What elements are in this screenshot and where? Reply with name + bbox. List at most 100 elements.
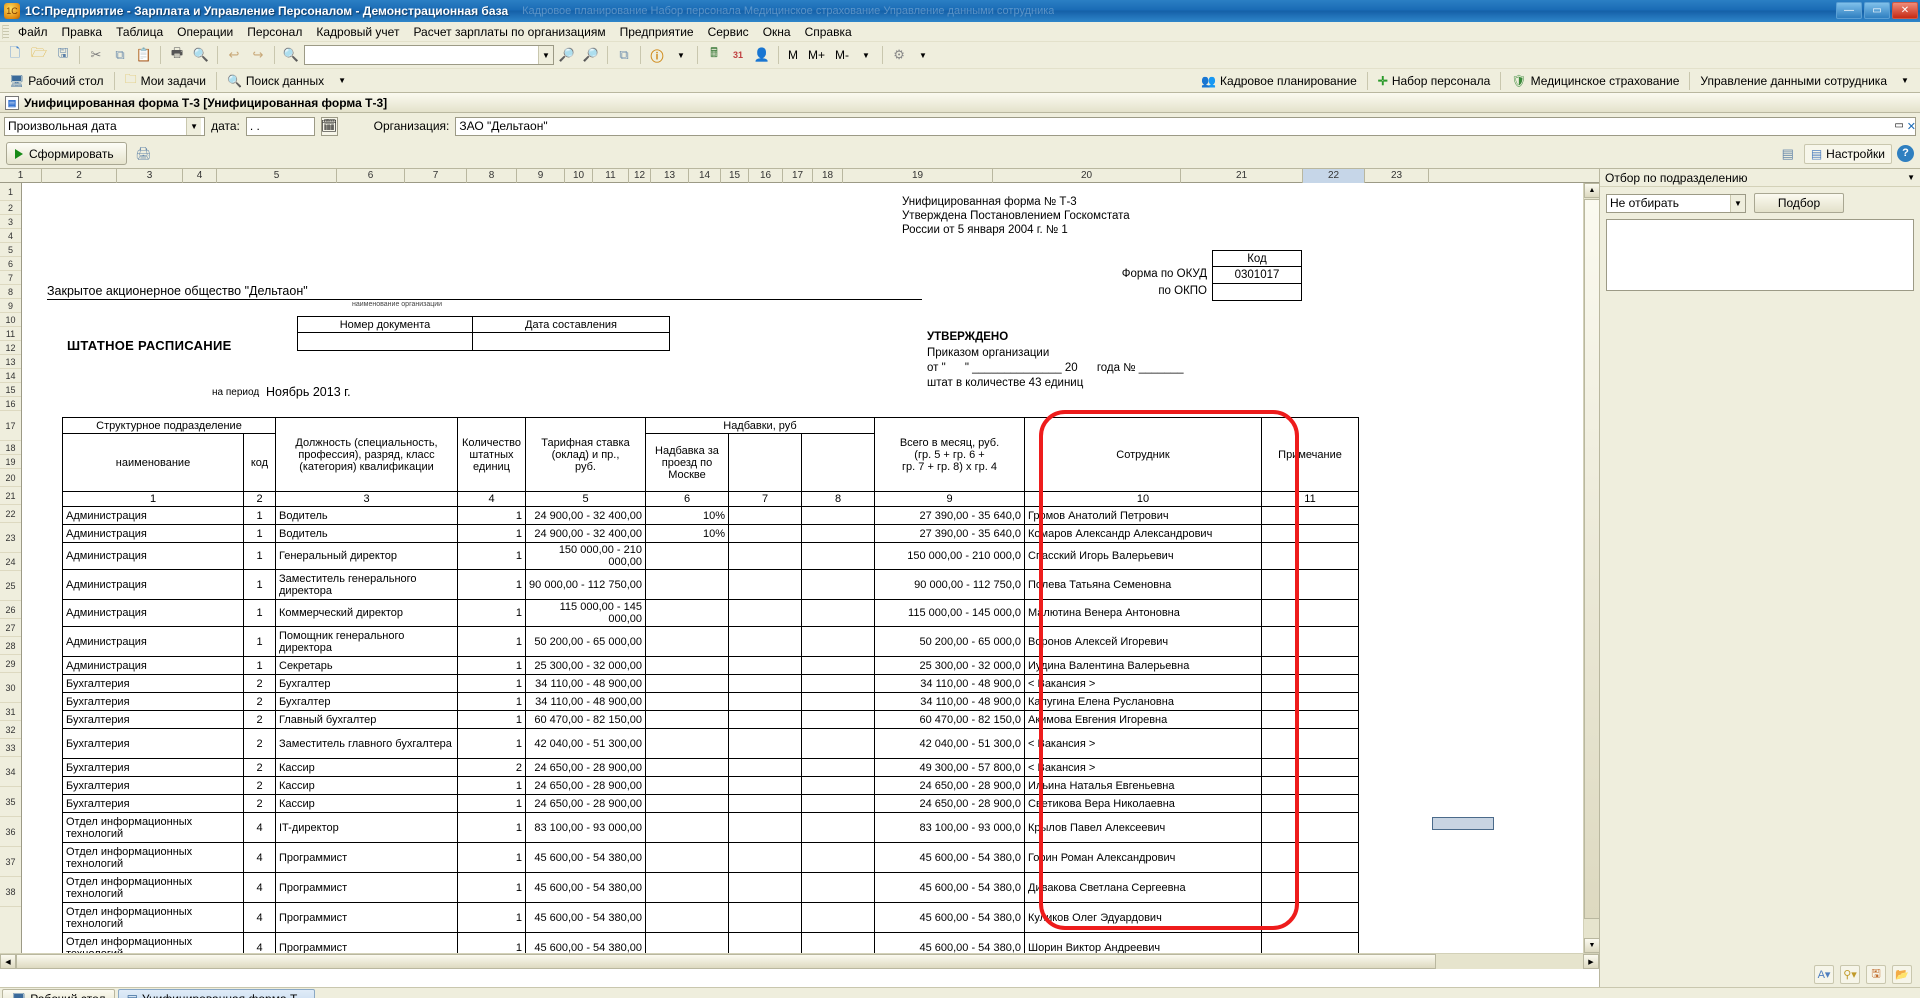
redo-icon[interactable]: ↪: [247, 44, 269, 66]
menu-personnel[interactable]: Персонал: [240, 23, 309, 41]
menu-enterprise[interactable]: Предприятие: [613, 23, 701, 41]
row-header-27[interactable]: 27: [0, 619, 21, 637]
save-settings-icon[interactable]: 🖫: [1866, 964, 1886, 984]
row-header-34[interactable]: 34: [0, 757, 21, 787]
font-settings-icon[interactable]: A▾: [1814, 964, 1834, 984]
close-button[interactable]: ✕: [1892, 2, 1918, 19]
menu-payroll[interactable]: Расчет зарплаты по организациям: [406, 23, 612, 41]
row-header-23[interactable]: 23: [0, 523, 21, 553]
table-row[interactable]: Отдел информационных технологий4Программ…: [62, 872, 1359, 903]
calculator-icon[interactable]: 🖩: [703, 44, 725, 66]
row-header-21[interactable]: 21: [0, 487, 21, 505]
row-header-10[interactable]: 10: [0, 313, 21, 327]
print-icon[interactable]: 🖶: [166, 44, 188, 66]
chevron-down-icon[interactable]: ▼: [855, 44, 877, 66]
undo-icon[interactable]: ↩: [223, 44, 245, 66]
calendar-picker-icon[interactable]: 🗓: [320, 116, 338, 136]
selected-cell[interactable]: [1432, 817, 1494, 830]
chevron-down-icon[interactable]: ▼: [331, 70, 353, 92]
row-header-8[interactable]: 8: [0, 285, 21, 299]
row-header-4[interactable]: 4: [0, 229, 21, 243]
column-header-13[interactable]: 13: [651, 169, 689, 183]
find-icon[interactable]: 🔍: [280, 44, 302, 66]
column-header-21[interactable]: 21: [1181, 169, 1303, 183]
cut-icon[interactable]: ✂: [85, 44, 107, 66]
row-header-13[interactable]: 13: [0, 355, 21, 369]
chevron-down-icon[interactable]: ▼: [670, 44, 692, 66]
row-header-36[interactable]: 36: [0, 817, 21, 847]
column-header-11[interactable]: 11: [593, 169, 629, 183]
row-header-9[interactable]: 9: [0, 299, 21, 313]
menubar-grip[interactable]: [2, 24, 9, 39]
menu-help[interactable]: Справка: [798, 23, 859, 41]
menu-service[interactable]: Сервис: [701, 23, 756, 41]
table-row[interactable]: Отдел информационных технологий4Программ…: [62, 932, 1359, 953]
calendar-icon[interactable]: 31: [727, 44, 749, 66]
column-header-4[interactable]: 4: [183, 169, 217, 183]
search-combo[interactable]: ▼: [304, 45, 554, 65]
row-header-17[interactable]: 17: [0, 411, 21, 441]
horizontal-scrollbar[interactable]: ◀ ▶: [0, 953, 1599, 969]
period-mode-combo[interactable]: Произвольная дата ▼: [4, 116, 206, 136]
row-header-1[interactable]: 1: [0, 183, 21, 201]
row-header-32[interactable]: 32: [0, 721, 21, 739]
row-header-15[interactable]: 15: [0, 383, 21, 397]
table-row[interactable]: Администрация 1 Генеральный директор 1 150 0…: [62, 542, 1359, 570]
row-header-37[interactable]: 37: [0, 847, 21, 877]
docdate-value[interactable]: [472, 332, 670, 351]
table-row[interactable]: Бухгалтерия 2 Бухгалтер 1 34 110,00 - 48 900…: [62, 674, 1359, 693]
date-input[interactable]: . .: [245, 116, 315, 136]
chevron-down-icon[interactable]: ▼: [1730, 194, 1745, 212]
table-row[interactable]: Бухгалтерия 2 Бухгалтер 1 34 110,00 - 48 900…: [62, 692, 1359, 711]
employee-data-button[interactable]: Управление данными сотрудника: [1693, 73, 1894, 89]
row-header-3[interactable]: 3: [0, 215, 21, 229]
taskbar-desktop[interactable]: 🖥 Рабочий стол: [2, 989, 115, 998]
column-header-6[interactable]: 6: [337, 169, 405, 183]
organization-input[interactable]: ЗАО "Дельтаон": [455, 116, 1916, 136]
column-header-17[interactable]: 17: [783, 169, 813, 183]
column-header-15[interactable]: 15: [721, 169, 749, 183]
find-next-icon[interactable]: 🔎: [556, 44, 578, 66]
restore-icon[interactable]: ▭: [1894, 120, 1903, 133]
row-header-24[interactable]: 24: [0, 553, 21, 571]
scroll-right-button[interactable]: ▶: [1583, 954, 1599, 969]
column-header-18[interactable]: 18: [813, 169, 843, 183]
row-header-26[interactable]: 26: [0, 601, 21, 619]
tools-icon[interactable]: ⚙: [888, 44, 910, 66]
row-header-12[interactable]: 12: [0, 341, 21, 355]
data-search-button[interactable]: 🔍 Поиск данных: [220, 73, 331, 89]
pick-button[interactable]: Подбор: [1754, 193, 1844, 213]
scroll-left-button[interactable]: ◀: [0, 954, 16, 969]
column-header-10[interactable]: 10: [565, 169, 593, 183]
filter-section-header[interactable]: Отбор по подразделению ▼: [1600, 169, 1920, 187]
chevron-down-icon[interactable]: ▼: [1894, 70, 1916, 92]
column-header-5[interactable]: 5: [217, 169, 337, 183]
division-filter-combo[interactable]: Не отбирать ▼: [1606, 193, 1746, 213]
column-header-19[interactable]: 19: [843, 169, 993, 183]
row-header-38[interactable]: 38: [0, 877, 21, 907]
info-icon[interactable]: ⓘ: [646, 44, 668, 66]
row-header-29[interactable]: 29: [0, 655, 21, 673]
column-header-14[interactable]: 14: [689, 169, 721, 183]
table-row[interactable]: Отдел информационных технологий4Программ…: [62, 902, 1359, 933]
table-row[interactable]: Бухгалтерия 2 Кассир 2 24 650,00 - 28 900,00…: [62, 758, 1359, 777]
row-header-28[interactable]: 28: [0, 637, 21, 655]
medical-insurance-button[interactable]: 🛡 Медицинское страхование: [1504, 73, 1686, 89]
column-header-12[interactable]: 12: [629, 169, 651, 183]
column-header-3[interactable]: 3: [117, 169, 183, 183]
copy-icon[interactable]: ⧉: [109, 44, 131, 66]
table-row[interactable]: Отдел информационных технологий 4 IT-дирек…: [62, 812, 1359, 843]
settings-button[interactable]: ▤ Настройки: [1803, 143, 1892, 164]
spreadsheet-canvas[interactable]: Унифицированная форма № Т-3 Утверждена П…: [22, 183, 1599, 953]
table-row[interactable]: Администрация 1 Секретарь 1 25 300,00 - 32 0…: [62, 656, 1359, 675]
table-row[interactable]: Бухгалтерия 2 Главный бухгалтер 1 60 470,00 …: [62, 710, 1359, 729]
row-header-22[interactable]: 22: [0, 505, 21, 523]
new-document-icon[interactable]: 🗋: [4, 44, 26, 66]
minimize-button[interactable]: —: [1836, 2, 1862, 19]
taskbar-form-t3[interactable]: ▤ Унифицированная форма Т...: [117, 989, 315, 998]
column-header-16[interactable]: 16: [749, 169, 783, 183]
column-header-23[interactable]: 23: [1365, 169, 1429, 183]
docnum-value[interactable]: [297, 332, 473, 351]
chevron-down-icon[interactable]: ▼: [1907, 173, 1915, 182]
column-header-9[interactable]: 9: [517, 169, 565, 183]
